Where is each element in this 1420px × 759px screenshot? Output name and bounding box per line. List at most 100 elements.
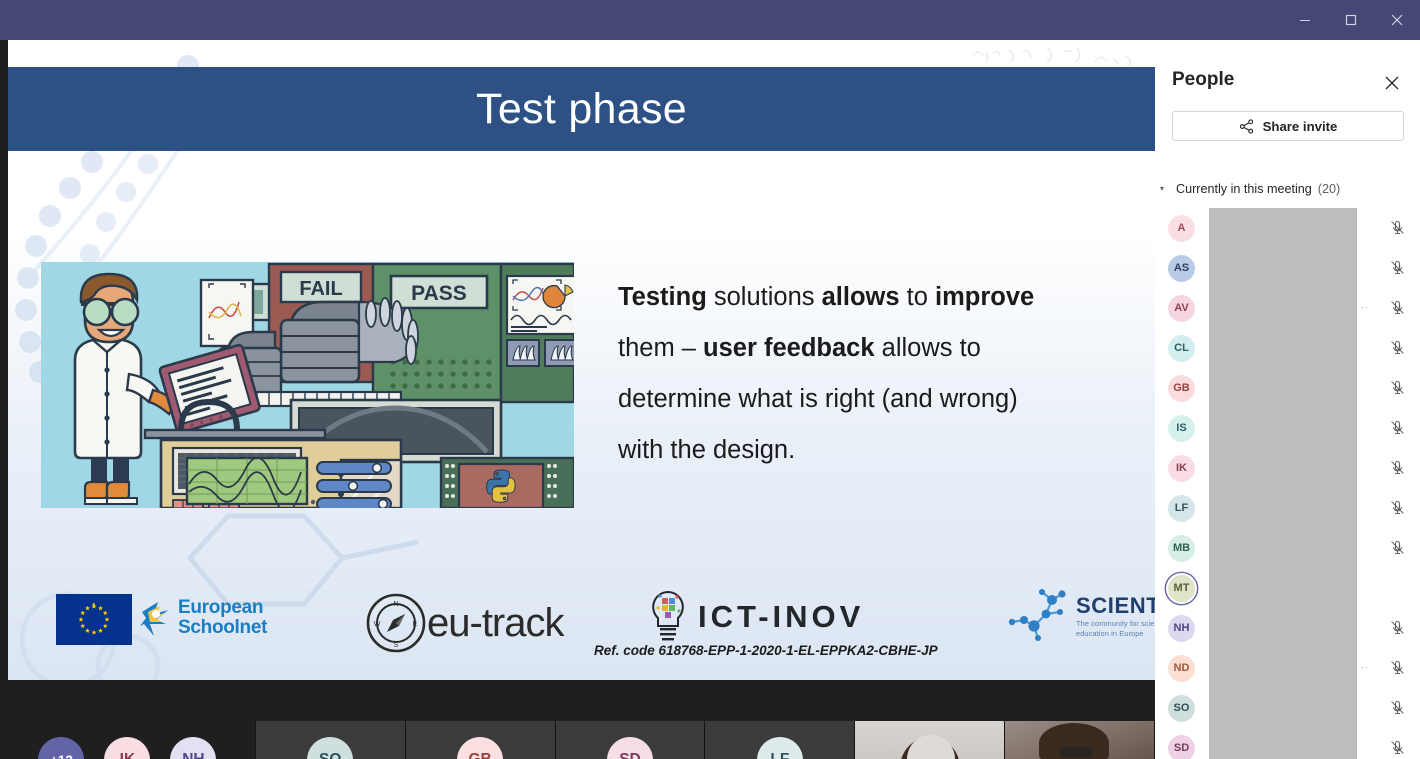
ict-inov-text: ICT-INOV xyxy=(698,599,865,634)
participant-row[interactable]: AV ·· xyxy=(1155,288,1420,328)
filmstrip-avatar-lf: LF xyxy=(756,737,803,759)
minimize-icon[interactable] xyxy=(1282,0,1328,40)
avatar: MT xyxy=(1168,574,1195,602)
avatar: MB xyxy=(1168,534,1195,562)
participant-row[interactable]: LF xyxy=(1155,488,1420,528)
mic-muted-icon[interactable] xyxy=(1389,459,1406,476)
avatar: IS xyxy=(1168,414,1195,442)
mic-muted-icon[interactable] xyxy=(1389,539,1406,556)
mic-muted-icon[interactable] xyxy=(1389,699,1406,716)
mic-muted-icon[interactable] xyxy=(1389,299,1406,316)
participant-row[interactable]: ND ·· xyxy=(1155,648,1420,688)
avatar: GB xyxy=(1168,374,1195,402)
mic-muted-icon[interactable] xyxy=(1389,259,1406,276)
maximize-icon[interactable] xyxy=(1328,0,1374,40)
filmstrip-avatar-sd: SD xyxy=(606,737,653,759)
participant-row[interactable]: AS xyxy=(1155,248,1420,288)
redacted-name xyxy=(1209,608,1357,648)
close-icon[interactable] xyxy=(1382,73,1402,93)
close-icon[interactable] xyxy=(1374,0,1420,40)
filmstrip-tile-gb[interactable]: GB xyxy=(405,721,556,759)
avatar: A xyxy=(1168,214,1195,242)
participant-row[interactable]: IS xyxy=(1155,408,1420,448)
avatar-initials: GB xyxy=(1173,382,1190,394)
participant-row[interactable]: GB xyxy=(1155,368,1420,408)
avatar-initials: AS xyxy=(1173,262,1190,274)
scientix-tagline-1: The community for science xyxy=(1076,619,1155,629)
participant-row[interactable]: NH xyxy=(1155,608,1420,648)
redacted-name xyxy=(1209,328,1357,368)
filmstrip-avatar-ik[interactable]: IK xyxy=(104,737,151,759)
mic-muted-icon[interactable] xyxy=(1389,419,1406,436)
avatar: LF xyxy=(1168,494,1195,522)
avatar: NH xyxy=(1168,614,1195,642)
svg-text:W: W xyxy=(374,621,381,628)
mic-muted-icon[interactable] xyxy=(1389,219,1406,236)
participant-row-active-speaker[interactable]: MT xyxy=(1155,568,1420,608)
mic-muted-icon[interactable] xyxy=(1389,619,1406,636)
shared-slide[interactable]: Test phase FAIL PASS Testing solutions a… xyxy=(8,40,1155,680)
section-count: (20) xyxy=(1317,182,1341,196)
redacted-name xyxy=(1209,648,1357,688)
svg-text:PASS: PASS xyxy=(411,282,467,305)
participant-row[interactable]: CL xyxy=(1155,328,1420,368)
people-panel: People Share invite ▾ Currently in this … xyxy=(1155,40,1420,759)
redacted-name xyxy=(1209,688,1357,728)
mic-muted-icon[interactable] xyxy=(1389,739,1406,756)
filmstrip-tile-so[interactable]: SO xyxy=(255,721,406,759)
esn-line2: Schoolnet xyxy=(178,617,268,638)
redacted-name xyxy=(1209,248,1357,288)
eu-track-logo: N S E W eu-track xyxy=(365,592,564,654)
participant-row[interactable]: IK xyxy=(1155,448,1420,488)
participant-row[interactable]: SO xyxy=(1155,688,1420,728)
scientix-tagline-2: education in Europe xyxy=(1076,628,1144,638)
redacted-name xyxy=(1209,448,1357,488)
filmstrip-avatar-gb: GB xyxy=(457,737,504,759)
participant-row[interactable]: A xyxy=(1155,208,1420,248)
reference-code: Ref. code 618768-EPP-1-2020-1-EL-EPPKA2-… xyxy=(594,643,938,658)
filmstrip-avatar-so: SO xyxy=(307,737,354,759)
svg-text:FAIL: FAIL xyxy=(299,278,342,300)
filmstrip-tile-video-2[interactable] xyxy=(1005,721,1156,759)
svg-text:S: S xyxy=(394,642,399,649)
teams-meeting-window: Test phase FAIL PASS Testing solutions a… xyxy=(0,0,1420,759)
mic-muted-icon[interactable] xyxy=(1389,499,1406,516)
svg-text:N: N xyxy=(393,601,398,608)
participant-filmstrip: +12 IK NH SO GB SD xyxy=(0,721,1156,759)
avatar-initials: A xyxy=(1177,222,1186,234)
ict-inov-logo: ICT-INOV xyxy=(646,588,864,646)
avatar: SD xyxy=(1168,734,1195,759)
mic-muted-icon[interactable] xyxy=(1389,339,1406,356)
share-invite-button[interactable]: Share invite xyxy=(1172,111,1404,141)
filmstrip-tile-overflow[interactable]: +12 IK NH xyxy=(0,721,256,759)
mic-muted-icon[interactable] xyxy=(1389,659,1406,676)
people-panel-header: People xyxy=(1155,40,1420,96)
chevron-down-icon[interactable]: ▾ xyxy=(1160,185,1170,193)
european-schoolnet-logo: European Schoolnet xyxy=(138,598,267,638)
share-icon xyxy=(1239,118,1254,134)
avatar-initials: CL xyxy=(1174,342,1189,354)
filmstrip-initials: GB xyxy=(468,751,491,759)
eyeglasses xyxy=(1058,747,1093,758)
filmstrip-tile-lf[interactable]: LF xyxy=(705,721,856,759)
redacted-name xyxy=(1209,368,1357,408)
redacted-name xyxy=(1209,568,1357,608)
mic-muted-icon[interactable] xyxy=(1389,379,1406,396)
slide-title-band: Test phase xyxy=(8,67,1155,151)
overflow-dots: ·· xyxy=(1361,662,1369,672)
avatar-initials: IS xyxy=(1176,422,1187,434)
avatar-initials: SO xyxy=(1173,702,1190,714)
avatar: IK xyxy=(1168,454,1195,482)
slide-footer-logos: European Schoolnet N S E W eu-track ICT-… xyxy=(8,570,1155,680)
participant-row[interactable]: MB xyxy=(1155,528,1420,568)
filmstrip-avatar-nh[interactable]: NH xyxy=(170,737,217,759)
overflow-badge[interactable]: +12 xyxy=(38,737,85,759)
filmstrip-tile-sd[interactable]: SD xyxy=(555,721,706,759)
avatar-initials: MT xyxy=(1173,582,1190,594)
filmstrip-initials: NH xyxy=(182,751,204,759)
avatar: AV xyxy=(1168,294,1195,322)
meeting-section-header[interactable]: ▾ Currently in this meeting (20) xyxy=(1160,182,1340,196)
participant-row[interactable]: SD xyxy=(1155,728,1420,759)
filmstrip-tile-video-1[interactable] xyxy=(855,721,1006,759)
participant-list[interactable]: A AS AV ·· CL GB IS IK LF MB MT NH ND ··… xyxy=(1155,208,1420,759)
